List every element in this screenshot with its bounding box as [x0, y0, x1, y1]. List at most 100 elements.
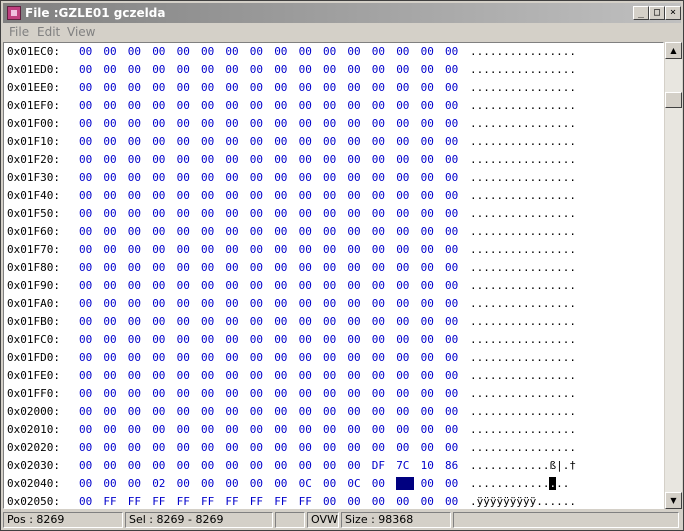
hex-byte[interactable]: 00	[201, 45, 219, 58]
hex-row[interactable]: 0x01ED0: 00 00 00 00 00 00 00 00 00 00 00 00 00 00 00 00…	[4, 61, 663, 79]
hex-byte[interactable]: 00	[445, 135, 463, 148]
hex-byte[interactable]: 00	[225, 387, 243, 400]
hex-byte[interactable]: 00	[177, 63, 195, 76]
hex-byte[interactable]: 00	[128, 351, 146, 364]
hex-byte[interactable]: 00	[299, 117, 317, 130]
hex-byte[interactable]: 00	[103, 63, 121, 76]
hex-byte[interactable]: 00	[396, 225, 414, 238]
selected-byte[interactable]: 00	[396, 477, 415, 490]
hex-byte[interactable]: 00	[299, 225, 317, 238]
hex-byte[interactable]: 00	[445, 477, 463, 490]
hex-byte[interactable]: 00	[79, 369, 97, 382]
hex-byte[interactable]: 00	[347, 225, 365, 238]
hex-byte[interactable]: 00	[445, 315, 463, 328]
hex-byte[interactable]: 00	[152, 225, 170, 238]
hex-byte[interactable]: 00	[128, 45, 146, 58]
hex-byte[interactable]: 00	[103, 405, 121, 418]
hex-row[interactable]: 0x02000: 00 00 00 00 00 00 00 00 00 00 00 00 00 00 00 00…	[4, 403, 663, 421]
hex-byte[interactable]: 00	[201, 351, 219, 364]
ascii-column[interactable]: ................	[470, 243, 576, 256]
hex-byte[interactable]: 00	[299, 405, 317, 418]
hex-byte[interactable]: 00	[421, 153, 439, 166]
hex-byte[interactable]: 00	[152, 441, 170, 454]
hex-byte[interactable]: 00	[128, 135, 146, 148]
hex-byte[interactable]: 00	[250, 81, 268, 94]
hex-byte[interactable]: 00	[299, 261, 317, 274]
hex-byte[interactable]: 00	[225, 297, 243, 310]
hex-byte[interactable]: 00	[274, 117, 292, 130]
hex-byte[interactable]: 00	[396, 441, 414, 454]
hex-byte[interactable]: 00	[274, 171, 292, 184]
hex-byte[interactable]: 00	[421, 171, 439, 184]
hex-byte[interactable]: 00	[323, 117, 341, 130]
hex-row[interactable]: 0x02030: 00 00 00 00 00 00 00 00 00 00 00 00 DF 7C 10 86…	[4, 457, 663, 475]
hex-byte[interactable]: 00	[250, 369, 268, 382]
hex-byte[interactable]: 00	[299, 99, 317, 112]
hex-byte[interactable]: 00	[421, 351, 439, 364]
hex-byte[interactable]: 00	[152, 369, 170, 382]
hex-byte[interactable]: FF	[103, 495, 121, 508]
hex-byte[interactable]: 00	[445, 333, 463, 346]
hex-byte[interactable]: 00	[103, 387, 121, 400]
hex-byte[interactable]: 00	[274, 63, 292, 76]
hex-byte[interactable]: 00	[177, 243, 195, 256]
hex-byte[interactable]: 00	[79, 315, 97, 328]
hex-byte[interactable]: 00	[177, 189, 195, 202]
hex-byte[interactable]: 00	[225, 261, 243, 274]
hex-byte[interactable]: 00	[299, 153, 317, 166]
hex-byte[interactable]: 00	[250, 225, 268, 238]
hex-byte[interactable]: 00	[177, 99, 195, 112]
hex-byte[interactable]: 00	[225, 405, 243, 418]
hex-byte[interactable]: 00	[372, 387, 390, 400]
hex-byte[interactable]: 0C	[299, 477, 317, 490]
hex-byte[interactable]: 00	[372, 351, 390, 364]
hex-byte[interactable]: 00	[128, 117, 146, 130]
hex-byte[interactable]: 00	[128, 477, 146, 490]
hex-byte[interactable]: 00	[347, 369, 365, 382]
hex-byte[interactable]: 00	[103, 81, 121, 94]
hex-byte[interactable]: 00	[323, 63, 341, 76]
hex-byte[interactable]: FF	[152, 495, 170, 508]
hex-byte[interactable]: 00	[445, 189, 463, 202]
hex-byte[interactable]: 00	[421, 225, 439, 238]
hex-byte[interactable]: 00	[299, 81, 317, 94]
hex-byte[interactable]: 02	[152, 477, 170, 490]
hex-byte[interactable]: 00	[421, 279, 439, 292]
hex-byte[interactable]: 00	[299, 207, 317, 220]
hex-byte[interactable]: 00	[396, 297, 414, 310]
hex-byte[interactable]: 00	[372, 81, 390, 94]
hex-byte[interactable]: 00	[274, 81, 292, 94]
hex-byte[interactable]: 00	[323, 189, 341, 202]
hex-byte[interactable]: 00	[421, 297, 439, 310]
hex-byte[interactable]: 00	[152, 153, 170, 166]
hex-byte[interactable]: 00	[347, 99, 365, 112]
hex-byte[interactable]: 00	[421, 45, 439, 58]
hex-byte[interactable]: 00	[323, 207, 341, 220]
hex-byte[interactable]: 00	[177, 351, 195, 364]
ascii-column[interactable]: ................	[470, 441, 576, 454]
hex-byte[interactable]: 00	[103, 45, 121, 58]
hex-row[interactable]: 0x01F40: 00 00 00 00 00 00 00 00 00 00 00 00 00 00 00 00…	[4, 187, 663, 205]
hex-byte[interactable]: 00	[347, 189, 365, 202]
hex-byte[interactable]: FF	[128, 495, 146, 508]
hex-byte[interactable]: 00	[445, 369, 463, 382]
hex-byte[interactable]: 00	[347, 207, 365, 220]
hex-byte[interactable]: 00	[79, 135, 97, 148]
hex-byte[interactable]: 00	[128, 333, 146, 346]
hex-byte[interactable]: 00	[79, 171, 97, 184]
hex-byte[interactable]: 00	[396, 171, 414, 184]
hex-byte[interactable]: 00	[225, 225, 243, 238]
hex-byte[interactable]: 00	[103, 333, 121, 346]
hex-byte[interactable]: 00	[274, 135, 292, 148]
hex-byte[interactable]: 00	[323, 153, 341, 166]
hex-byte[interactable]: 00	[274, 315, 292, 328]
hex-byte[interactable]: 00	[225, 279, 243, 292]
hex-byte[interactable]: 00	[396, 135, 414, 148]
hex-byte[interactable]: 00	[79, 495, 97, 508]
hex-byte[interactable]: 00	[445, 207, 463, 220]
hex-byte[interactable]: 00	[177, 207, 195, 220]
ascii-column[interactable]: ................	[470, 171, 576, 184]
hex-byte[interactable]: 00	[274, 279, 292, 292]
hex-byte[interactable]: 00	[79, 153, 97, 166]
hex-byte[interactable]: 00	[201, 315, 219, 328]
